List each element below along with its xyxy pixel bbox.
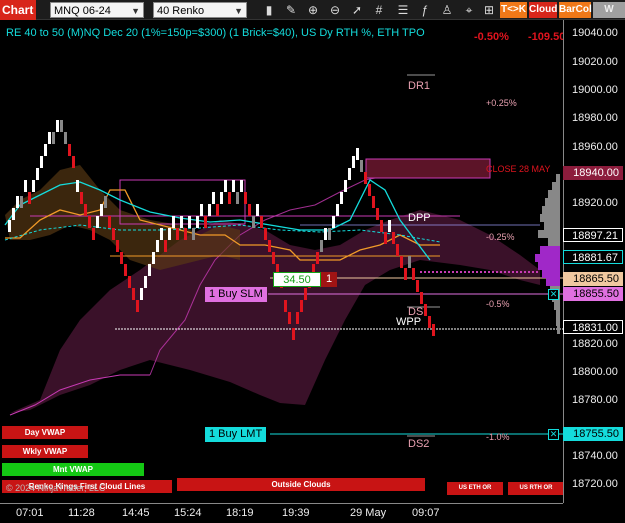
chart-tab[interactable]: Chart <box>0 0 36 20</box>
cancel-slm-order-icon[interactable]: ✕ <box>548 289 559 300</box>
chart-toolbar: Chart MNQ 06-24 ▼ 40 Renko ▼ ▮ ✎ ⊕ ⊖ ➚ #… <box>0 0 625 31</box>
period-selector[interactable]: 40 Renko ▼ <box>153 2 247 18</box>
price-tick: 19000.00 <box>572 84 618 96</box>
cloud-toggle-button[interactable]: Cloud <box>529 2 557 18</box>
mnt-vwap-button[interactable]: Mnt VWAP <box>2 463 144 476</box>
price-label-last: 18831.00 <box>563 320 623 334</box>
dom-icon[interactable]: ⌖ <box>462 2 476 18</box>
chevron-down-icon: ▼ <box>234 6 243 16</box>
outside-clouds-button[interactable]: Outside Clouds <box>177 478 425 491</box>
hash-icon[interactable]: # <box>372 2 386 18</box>
chevron-down-icon: ▼ <box>131 6 140 16</box>
dr1-label: DR1 <box>408 80 431 92</box>
pct-minus-025: -0.25% <box>486 232 515 242</box>
price-tick: 18800.00 <box>572 366 618 378</box>
close-box <box>365 158 491 179</box>
zoom-in-icon[interactable]: ⊕ <box>306 2 320 18</box>
instrument-selector[interactable]: MNQ 06-24 ▼ <box>50 2 144 18</box>
price-label-buy-lmt: 18755.50 <box>563 427 623 441</box>
chart-plot-area[interactable]: RE 40 to 50 (M)NQ Dec 20 (1%=150p=$300) … <box>0 20 566 503</box>
price-label-cyan-ma: 18881.67 <box>563 250 623 264</box>
chart-window: Chart MNQ 06-24 ▼ 40 Renko ▼ ▮ ✎ ⊕ ⊖ ➚ #… <box>0 0 625 523</box>
time-tick: 14:45 <box>122 507 150 519</box>
instrument-value: MNQ 06-24 <box>54 5 111 17</box>
cancel-lmt-order-icon[interactable]: ✕ <box>548 429 559 440</box>
time-tick: 18:19 <box>226 507 254 519</box>
copyright: © 2024 NinjaTrader, LLC <box>6 483 106 493</box>
time-tick: 29 May <box>350 507 387 519</box>
buy-slm-order[interactable]: 1 Buy SLM <box>205 287 267 302</box>
time-tick: 19:39 <box>282 507 310 519</box>
chart-title: RE 40 to 50 (M)NQ Dec 20 (1%=150p=$300) … <box>6 27 425 39</box>
price-label-close: 18940.00 <box>563 166 623 180</box>
close-label: CLOSE 28 MAY <box>486 164 551 174</box>
dpp-label: DPP <box>408 212 431 224</box>
price-tick: 18920.00 <box>572 197 618 209</box>
period-value: 40 Renko <box>157 5 205 17</box>
pct-plus-025: +0.25% <box>486 98 517 108</box>
price-tick: 19040.00 <box>572 27 618 39</box>
price-tick: 18720.00 <box>572 478 618 490</box>
price-tick: 18780.00 <box>572 394 618 406</box>
wpp-label: WPP <box>396 316 422 328</box>
wvwap-toggle-button[interactable]: W VWA <box>593 2 625 31</box>
price-tick: 18960.00 <box>572 141 618 153</box>
time-tick: 07:01 <box>16 507 44 519</box>
pnl-percent: -0.50% <box>474 31 509 43</box>
draw-tools-icon[interactable]: ✎ <box>284 2 298 18</box>
price-label-dpp: 18897.21 <box>563 228 623 242</box>
time-axis[interactable]: 07:01 11:28 14:45 15:24 18:19 19:39 29 M… <box>0 503 563 523</box>
pointer-icon[interactable]: ➚ <box>350 2 364 18</box>
us-rth-or-button[interactable]: US RTH OR <box>508 482 564 495</box>
time-tick: 11:28 <box>68 507 95 519</box>
price-tick: 18820.00 <box>572 338 618 350</box>
position-pnl-tag[interactable]: 34.50 <box>273 272 321 287</box>
pnl-value: -109.50 <box>528 31 566 43</box>
ichimoku-cloud <box>10 210 540 413</box>
price-tick: 19020.00 <box>572 56 618 68</box>
price-axis[interactable]: 19040.00 19020.00 19000.00 18980.00 1896… <box>563 20 625 503</box>
day-vwap-button[interactable]: Day VWAP <box>2 426 88 439</box>
us-eth-or-button[interactable]: US ETH OR <box>447 482 503 495</box>
properties-icon[interactable]: ☰ <box>396 2 410 18</box>
tk-toggle-button[interactable]: T<>K <box>500 2 527 18</box>
buy-lmt-order[interactable]: 1 Buy LMT <box>205 427 267 442</box>
zoom-out-icon[interactable]: ⊖ <box>328 2 342 18</box>
price-label-position: 18865.50 <box>563 272 623 286</box>
position-qty-tag[interactable]: 1 <box>321 272 337 287</box>
price-label-buy-slm: 18855.50 <box>563 287 623 301</box>
grid-icon[interactable]: ⊞ <box>482 2 496 18</box>
wkly-vwap-button[interactable]: Wkly VWAP <box>2 445 88 458</box>
strategy-icon[interactable]: ♙ <box>440 2 454 18</box>
ds2-label: DS2 <box>408 438 430 450</box>
barcol-toggle-button[interactable]: BarCol <box>559 2 592 18</box>
time-tick: 09:07 <box>412 507 440 519</box>
tpo-profile <box>535 174 560 334</box>
indicators-icon[interactable]: ƒ <box>418 2 432 18</box>
price-tick: 18740.00 <box>572 450 618 462</box>
price-tick: 18980.00 <box>572 112 618 124</box>
time-tick: 15:24 <box>174 507 202 519</box>
pct-minus-05: -0.5% <box>486 299 510 309</box>
pct-minus-1: -1.0% <box>486 432 510 442</box>
bar-chart-icon[interactable]: ▮ <box>262 2 276 18</box>
